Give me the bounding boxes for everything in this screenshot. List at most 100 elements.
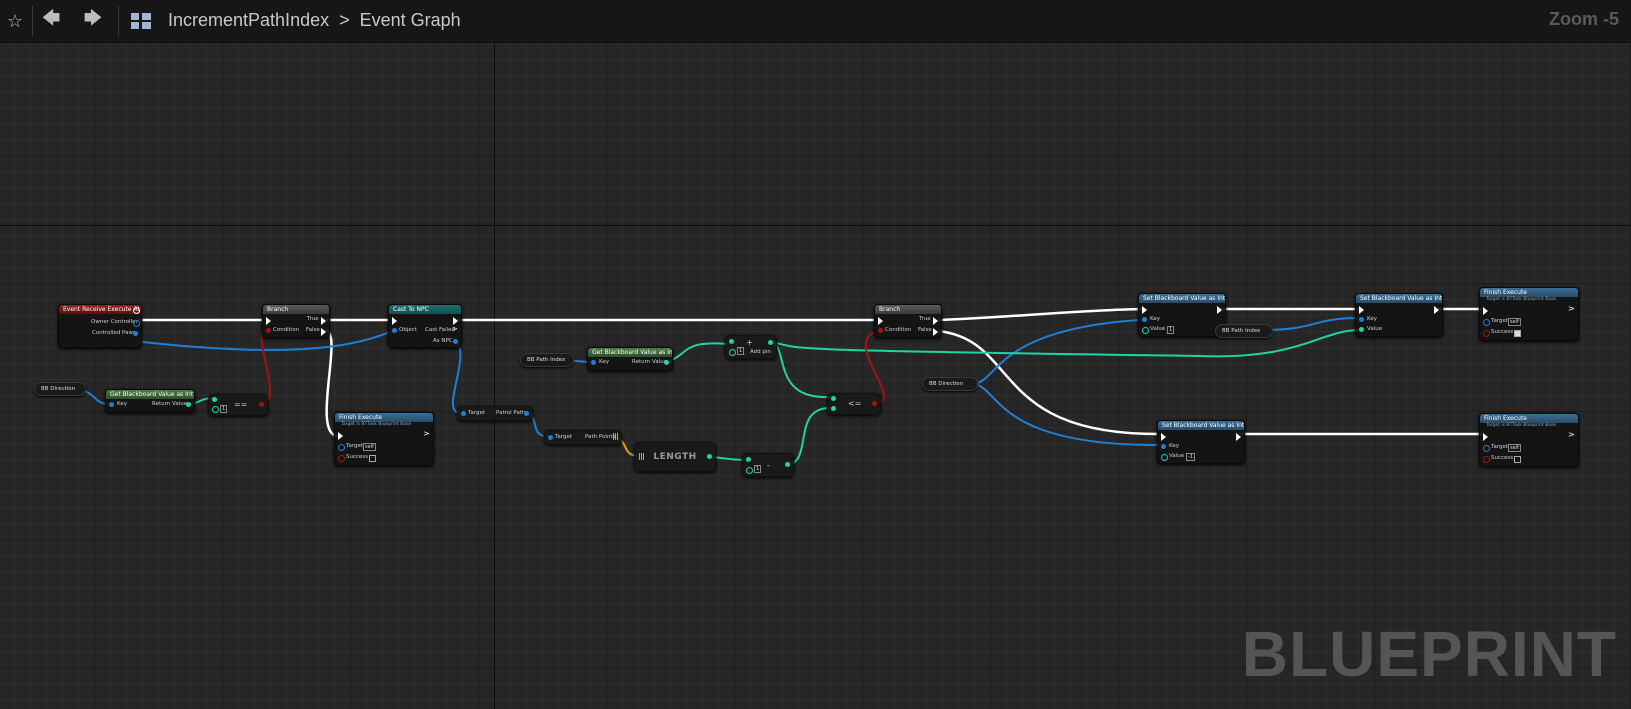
as-npc-pin[interactable] [453, 339, 458, 344]
false-exec-pin[interactable] [321, 328, 326, 336]
target-self-value[interactable]: self [363, 443, 376, 451]
bb-direction-variable[interactable]: BB Direction [34, 382, 86, 396]
key-pin[interactable] [591, 360, 596, 365]
subtract-int-node[interactable]: 1 - [742, 453, 794, 477]
b-pin[interactable] [729, 349, 736, 356]
condition-pin[interactable] [878, 328, 883, 333]
target-self-value[interactable]: self [1508, 444, 1521, 452]
cast-to-npc-node[interactable]: Cast To NPC Object Cast Failed > As NPC [388, 304, 462, 348]
a-pin[interactable] [746, 457, 751, 462]
exec-out-pin[interactable]: > [1568, 304, 1575, 313]
event-receive-execute-ai-node[interactable]: Event Receive Execute AI Owner Controlle… [58, 304, 142, 348]
true-exec-pin[interactable] [933, 317, 938, 325]
key-pin[interactable] [1142, 317, 1147, 322]
false-exec-pin[interactable] [933, 328, 938, 336]
branch-node[interactable]: Branch Condition True False [262, 304, 330, 338]
condition-pin[interactable] [266, 328, 271, 333]
target-pin[interactable] [1483, 445, 1490, 452]
bb-direction-variable-2[interactable]: BB Direction [922, 377, 978, 391]
target-pin[interactable] [338, 444, 345, 451]
success-label: Success [1491, 455, 1514, 461]
b-value[interactable]: 1 [754, 465, 762, 473]
target-self-value[interactable]: self [1508, 318, 1521, 326]
object-wire [451, 340, 462, 414]
get-blackboard-int-node[interactable]: Get Blackboard Value as Int Key Return V… [105, 389, 195, 413]
exec-in-pin[interactable] [1483, 307, 1488, 315]
bb-path-index-variable-2[interactable]: BB Path Index [1215, 324, 1273, 338]
node-title: Branch [263, 305, 329, 314]
cast-failed-pin[interactable]: > [452, 325, 458, 333]
result-pin[interactable] [785, 462, 790, 467]
b-pin[interactable] [831, 406, 836, 411]
b-value[interactable]: 1 [220, 405, 228, 413]
exec-in-pin[interactable] [878, 317, 883, 325]
success-checkbox[interactable] [369, 455, 376, 462]
key-pin[interactable] [109, 402, 114, 407]
set-blackboard-int-node-2[interactable]: Set Blackboard Value as Int Key Value [1355, 293, 1443, 337]
value-pin[interactable] [1161, 454, 1168, 461]
exec-in-pin[interactable] [392, 317, 397, 325]
set-blackboard-int-node-3[interactable]: Set Blackboard Value as Int Key Value -1 [1157, 420, 1245, 464]
exec-in-pin[interactable] [1483, 433, 1488, 441]
result-pin[interactable] [872, 401, 877, 406]
value-pin[interactable] [1359, 327, 1364, 332]
controlled-pawn-pin[interactable] [133, 331, 138, 336]
true-exec-pin[interactable] [321, 317, 326, 325]
success-checkbox[interactable] [1514, 456, 1521, 463]
exec-out-pin[interactable] [1236, 433, 1241, 441]
target-pin[interactable] [461, 411, 466, 416]
equal-int-node[interactable]: 1 == [208, 394, 268, 416]
exec-in-pin[interactable] [266, 317, 271, 325]
add-int-node[interactable]: 1 + Add pin [725, 335, 777, 359]
path-points-array-pin[interactable] [613, 433, 619, 440]
exec-out-pin[interactable] [1217, 306, 1222, 314]
b-value[interactable]: 1 [737, 347, 745, 355]
exec-in-pin[interactable] [1359, 306, 1364, 314]
branch-node-2[interactable]: Branch Condition True False [874, 304, 942, 338]
exec-out-pin[interactable]: > [423, 429, 430, 438]
finish-execute-node[interactable]: Finish Execute Target is BTTask Blueprin… [334, 412, 434, 466]
success-pin[interactable] [1483, 330, 1490, 337]
a-pin[interactable] [831, 396, 836, 401]
value-pin[interactable] [1142, 327, 1149, 334]
target-pin[interactable] [1483, 319, 1490, 326]
key-pin[interactable] [1359, 317, 1364, 322]
set-blackboard-int-node[interactable]: Set Blackboard Value as Int Key Value 1 [1138, 293, 1226, 337]
exec-out-pin[interactable] [1434, 306, 1439, 314]
key-pin[interactable] [1161, 444, 1166, 449]
success-pin[interactable] [338, 455, 345, 462]
return-value-pin[interactable] [186, 402, 191, 407]
owner-controller-pin[interactable] [133, 320, 140, 327]
a-pin[interactable] [212, 397, 217, 402]
exec-in-pin[interactable] [338, 432, 343, 440]
add-pin-label[interactable]: Add pin [750, 349, 771, 355]
finish-execute-node-2[interactable]: Finish Execute Target is BTTask Blueprin… [1479, 287, 1579, 341]
success-pin[interactable] [1483, 456, 1490, 463]
exec-in-pin[interactable] [1161, 433, 1166, 441]
result-pin[interactable] [768, 340, 773, 345]
get-blackboard-int-node-2[interactable]: Get Blackboard Value as Int Key Return V… [587, 347, 673, 371]
target-pin[interactable] [548, 435, 553, 440]
result-pin[interactable] [259, 402, 264, 407]
finish-execute-node-3[interactable]: Finish Execute Target is BTTask Blueprin… [1479, 413, 1579, 467]
exec-in-pin[interactable] [1142, 306, 1147, 314]
array-in-pin[interactable] [639, 453, 645, 460]
get-path-points-node[interactable]: Target Path Points [544, 430, 622, 445]
object-pin[interactable] [392, 328, 397, 333]
delegate-pin[interactable] [133, 307, 140, 314]
b-pin[interactable] [746, 467, 753, 474]
length-out-pin[interactable] [707, 454, 712, 459]
exec-out-pin[interactable] [453, 317, 458, 325]
return-value-pin[interactable] [664, 360, 669, 365]
patrol-path-pin[interactable] [524, 411, 529, 416]
get-patrol-path-node[interactable]: Target Patrol Path [457, 406, 533, 421]
bb-path-index-variable[interactable]: BB Path Index [520, 353, 574, 367]
a-pin[interactable] [729, 339, 734, 344]
exec-out-pin[interactable]: > [1568, 430, 1575, 439]
value-input[interactable]: 1 [1167, 326, 1175, 334]
b-pin[interactable] [212, 406, 219, 413]
success-checkbox-checked[interactable] [1514, 330, 1521, 337]
value-input[interactable]: -1 [1186, 453, 1195, 461]
array-length-node[interactable]: LENGTH [634, 442, 716, 472]
less-equal-int-node[interactable]: <= [827, 393, 881, 415]
